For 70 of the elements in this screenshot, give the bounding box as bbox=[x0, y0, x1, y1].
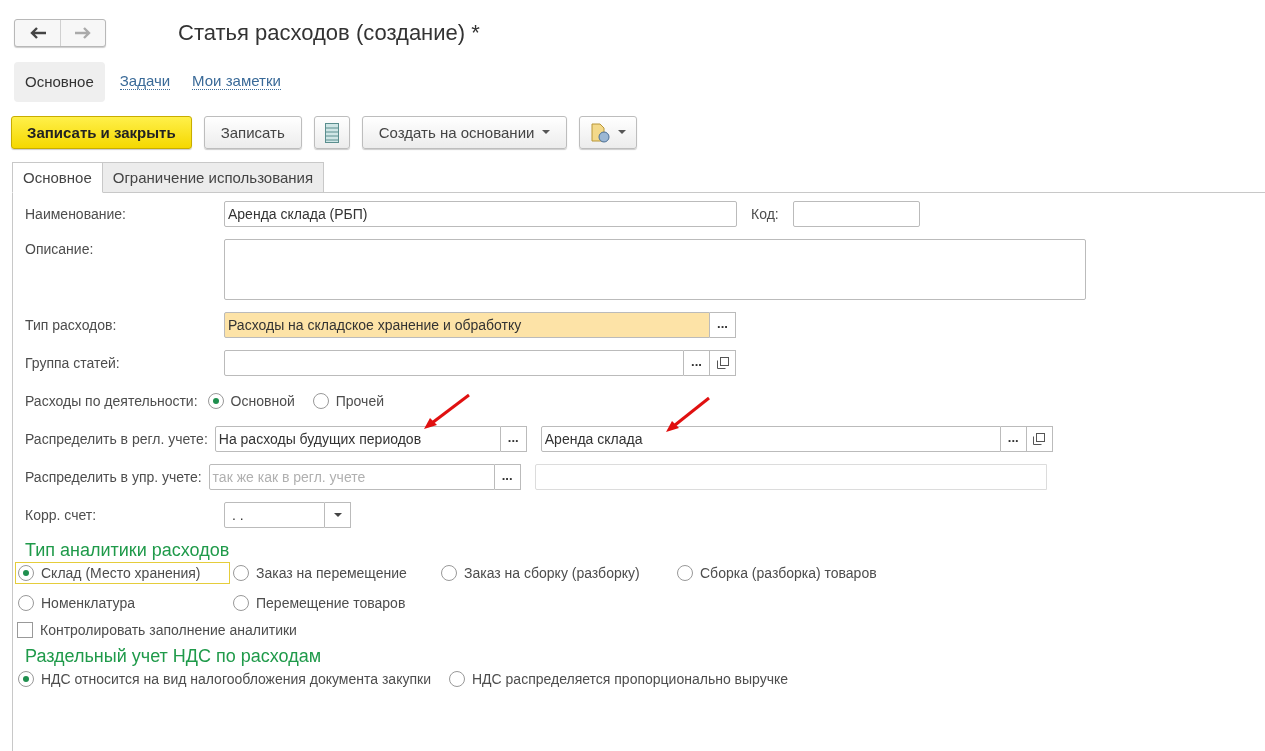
open-button[interactable] bbox=[710, 350, 736, 376]
radio-button[interactable] bbox=[448, 671, 465, 687]
choose-button[interactable]: ... bbox=[500, 426, 527, 452]
open-window-icon bbox=[716, 357, 729, 369]
input-field[interactable]: . . bbox=[224, 502, 325, 528]
checkbox-label: Контролировать заполнение аналитики bbox=[40, 622, 297, 638]
checkbox[interactable] bbox=[17, 622, 33, 638]
list-button[interactable] bbox=[313, 116, 350, 149]
input-field[interactable] bbox=[792, 201, 920, 227]
field-label: Наименование: bbox=[25, 206, 127, 222]
input-field[interactable]: Расходы на складское хранение и обработку bbox=[224, 312, 710, 338]
section-heading: Тип аналитики расходов bbox=[25, 540, 231, 561]
radio-button[interactable] bbox=[677, 565, 693, 581]
field-label: Распределить в упр. учете: bbox=[25, 469, 202, 485]
radio-option[interactable]: Склад (Место хранения) bbox=[15, 562, 230, 584]
tab[interactable]: Основное bbox=[12, 162, 103, 193]
field-label: Распределить в регл. учете: bbox=[25, 431, 208, 447]
annotation-arrow bbox=[422, 392, 472, 432]
field-label: Группа статей: bbox=[25, 355, 121, 371]
radio-button[interactable] bbox=[18, 565, 34, 581]
open-button[interactable] bbox=[1026, 426, 1053, 452]
choose-button[interactable]: ... bbox=[710, 312, 736, 338]
window-title: Статья расходов (создание) * bbox=[178, 20, 480, 46]
section-link[interactable]: Задачи bbox=[108, 61, 182, 102]
list-icon bbox=[324, 122, 339, 143]
choose-button[interactable]: ... bbox=[684, 350, 710, 376]
save-and-close-button[interactable]: Записать и закрыть bbox=[11, 116, 192, 149]
input-field[interactable]: Аренда склада (РБП) bbox=[224, 201, 737, 227]
input-field[interactable]: На расходы будущих периодов bbox=[214, 426, 501, 452]
radio-option[interactable]: Основной bbox=[204, 390, 298, 412]
caret-icon bbox=[333, 512, 342, 518]
field-label: Корр. счет: bbox=[25, 507, 98, 523]
choose-button[interactable]: ... bbox=[494, 464, 521, 490]
radio-option[interactable]: Заказ на сборку (разборку) bbox=[438, 562, 674, 584]
radio-option[interactable]: НДС относится на вид налогообложения документа закупки bbox=[15, 668, 434, 690]
field-label: Расходы по деятельности: bbox=[25, 393, 198, 409]
field-label: Описание: bbox=[25, 240, 95, 257]
back-arrow-icon bbox=[29, 27, 46, 39]
radio-button[interactable] bbox=[233, 595, 249, 611]
radio-button[interactable] bbox=[18, 595, 34, 611]
radio-option[interactable]: НДС распределяется пропорционально выручке bbox=[445, 668, 792, 690]
radio-button[interactable] bbox=[441, 565, 457, 581]
input-field[interactable]: Аренда склада bbox=[540, 426, 1001, 452]
radio-button[interactable] bbox=[207, 393, 224, 409]
open-window-icon bbox=[1033, 433, 1046, 445]
caret-icon bbox=[542, 130, 551, 135]
radio-button[interactable] bbox=[18, 671, 34, 687]
choose-button[interactable]: ... bbox=[1000, 426, 1027, 452]
section-link[interactable]: Мои заметки bbox=[181, 61, 292, 102]
dropdown-button[interactable] bbox=[325, 502, 351, 528]
radio-option[interactable]: Перемещение товаров bbox=[230, 592, 438, 614]
create-based-on-button[interactable]: Создать на основании bbox=[361, 116, 568, 149]
document-icon bbox=[590, 122, 611, 143]
forward-arrow-icon bbox=[75, 27, 91, 39]
radio-option[interactable]: Прочей bbox=[309, 390, 387, 412]
radio-button[interactable] bbox=[233, 565, 249, 581]
text-area[interactable] bbox=[224, 239, 1086, 300]
caret-icon bbox=[618, 130, 627, 135]
section-heading: Раздельный учет НДС по расходам bbox=[25, 646, 323, 667]
radio-option[interactable]: Номенклатура bbox=[15, 592, 230, 614]
field-label: Код: bbox=[751, 206, 779, 222]
radio-option[interactable]: Заказ на перемещение bbox=[230, 562, 438, 584]
report-menu-button[interactable] bbox=[579, 116, 638, 149]
radio-button[interactable] bbox=[312, 393, 329, 409]
field-label: Тип расходов: bbox=[25, 317, 118, 333]
save-button[interactable]: Записать bbox=[203, 116, 302, 149]
input-field[interactable] bbox=[224, 350, 684, 376]
radio-option[interactable]: Сборка (разборка) товаров bbox=[674, 562, 1265, 584]
tab[interactable]: Ограничение использования bbox=[102, 162, 325, 193]
section-link[interactable]: Основное bbox=[14, 61, 105, 102]
